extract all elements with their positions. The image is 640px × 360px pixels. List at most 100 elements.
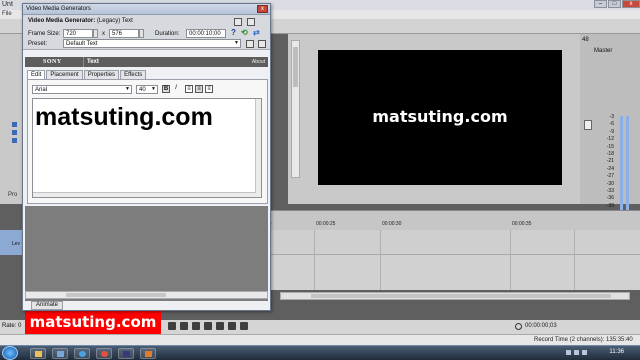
align-right-button[interactable]: ≡ bbox=[205, 85, 213, 93]
meter-scale-label: -33 bbox=[606, 188, 614, 195]
frame-size-label: Frame Size: bbox=[28, 31, 61, 37]
stop-button[interactable] bbox=[192, 322, 200, 330]
meter-scale-label: -18 bbox=[606, 151, 614, 158]
taskbar-media-icon[interactable] bbox=[52, 348, 68, 359]
layout-icon[interactable] bbox=[247, 18, 255, 26]
duration-field[interactable]: 00:00:10;00 bbox=[186, 29, 226, 38]
font-size-value: 40 bbox=[139, 87, 146, 93]
video-preview: matsuting.com bbox=[318, 50, 562, 185]
track-header[interactable]: Lev bbox=[0, 230, 22, 255]
taskbar-chrome-icon[interactable] bbox=[96, 348, 112, 359]
preset-label: Preset: bbox=[28, 41, 48, 47]
start-button[interactable] bbox=[2, 346, 18, 360]
tray-icon[interactable] bbox=[574, 350, 579, 355]
sony-logo: SONY bbox=[43, 59, 62, 65]
meter-scale-label: -36 bbox=[606, 195, 614, 202]
taskbar: 11:36 bbox=[0, 345, 640, 360]
ruler-timecode: 00:00:25 bbox=[316, 221, 336, 227]
meter-scale-label: -27 bbox=[606, 173, 614, 180]
about-link[interactable]: About bbox=[252, 59, 265, 65]
tray-icon[interactable] bbox=[582, 350, 587, 355]
tab-edit[interactable]: Edit bbox=[27, 70, 46, 79]
generator-value: (Legacy) Text bbox=[96, 18, 133, 24]
preview-scrollbar[interactable] bbox=[291, 40, 300, 178]
tab-placement[interactable]: Placement bbox=[46, 70, 83, 79]
sync-icon[interactable]: ⇄ bbox=[253, 28, 260, 37]
generator-row: Video Media Generator: (Legacy) Text bbox=[28, 18, 133, 24]
font-dropdown[interactable]: Arial ▼ bbox=[32, 85, 132, 94]
plugin-header: SONY Text About bbox=[25, 57, 268, 67]
tray-icon[interactable] bbox=[566, 350, 571, 355]
frame-height-spinner[interactable] bbox=[139, 29, 144, 38]
font-value: Arial bbox=[35, 87, 48, 93]
plugin-tabs: Edit Placement Properties Effects bbox=[27, 70, 147, 79]
text-content-editor[interactable]: matsuting.com bbox=[32, 98, 262, 198]
host-title: Unt bbox=[2, 1, 13, 8]
help-icon[interactable]: ? bbox=[231, 28, 236, 37]
align-center-button[interactable]: ≡ bbox=[195, 85, 203, 93]
watermark-logo: matsuting.com bbox=[25, 310, 161, 334]
animate-tab[interactable]: Animate bbox=[31, 301, 64, 310]
save-preset-icon[interactable] bbox=[246, 40, 254, 48]
frame-width-spinner[interactable] bbox=[93, 29, 98, 38]
panel-icon[interactable] bbox=[12, 122, 17, 127]
italic-button[interactable]: I bbox=[172, 85, 180, 93]
bold-button[interactable]: B bbox=[162, 85, 170, 93]
dialog-titlebar[interactable]: Video Media Generators x bbox=[23, 4, 270, 15]
align-left-button[interactable]: ≡ bbox=[185, 85, 193, 93]
cursor-timecode[interactable]: 00:00:00;03 bbox=[525, 323, 557, 329]
volume-icon[interactable] bbox=[515, 323, 522, 330]
taskbar-browser-icon[interactable] bbox=[74, 348, 90, 359]
video-media-generators-dialog: Video Media Generators x Video Media Gen… bbox=[22, 3, 271, 311]
keyframe-area bbox=[25, 206, 268, 301]
meter-scale-label: -6 bbox=[609, 121, 614, 128]
panel-icon[interactable] bbox=[12, 130, 17, 135]
level-meter-right bbox=[626, 116, 629, 218]
chevron-down-icon: ▼ bbox=[125, 86, 130, 92]
frame-height-field[interactable]: 576 bbox=[109, 29, 139, 38]
menu-file[interactable]: File bbox=[2, 11, 12, 17]
maximize-button[interactable]: □ bbox=[608, 0, 621, 8]
master-fader[interactable] bbox=[584, 120, 592, 130]
preset-dropdown[interactable]: Default Text ▼ bbox=[63, 39, 241, 48]
refresh-icon[interactable]: ⟲ bbox=[241, 28, 248, 37]
meter-scale-label: -12 bbox=[606, 136, 614, 143]
frame-width-field[interactable]: 720 bbox=[63, 29, 93, 38]
meter-scale-label: -15 bbox=[606, 143, 614, 150]
view-icon[interactable] bbox=[234, 18, 242, 26]
play-button[interactable] bbox=[168, 322, 176, 330]
dialog-close-button[interactable]: x bbox=[257, 5, 268, 13]
next-frame-button[interactable] bbox=[240, 322, 248, 330]
tab-project[interactable]: Pro bbox=[8, 192, 17, 198]
minimize-button[interactable]: – bbox=[594, 0, 607, 8]
plugin-name: Text bbox=[87, 59, 99, 65]
track-level-label: Lev bbox=[12, 241, 21, 247]
system-clock[interactable]: 11:36 bbox=[609, 349, 624, 355]
panel-icon[interactable] bbox=[12, 138, 17, 143]
window-controls: – □ x bbox=[594, 0, 640, 8]
tab-properties[interactable]: Properties bbox=[83, 70, 120, 79]
go-to-end-button[interactable] bbox=[216, 322, 224, 330]
taskbar-app-icon[interactable] bbox=[140, 348, 156, 359]
master-label: Master bbox=[594, 48, 613, 54]
editor-vertical-scrollbar[interactable] bbox=[255, 99, 261, 197]
close-button[interactable]: x bbox=[622, 0, 640, 8]
editor-horizontal-scrollbar[interactable] bbox=[33, 192, 256, 197]
ruler-timecode: 00:00:30 bbox=[382, 221, 402, 227]
tab-effects[interactable]: Effects bbox=[120, 70, 147, 79]
pause-button[interactable] bbox=[180, 322, 188, 330]
duration-label: Duration: bbox=[155, 31, 180, 37]
chevron-down-icon: ▼ bbox=[234, 40, 239, 46]
meter-scale-label: -24 bbox=[606, 165, 614, 172]
level-meter-left bbox=[620, 116, 623, 218]
taskbar-explorer-icon[interactable] bbox=[30, 348, 46, 359]
timeline-scrollbar[interactable] bbox=[280, 292, 630, 300]
preset-value: Default Text bbox=[66, 41, 98, 47]
chevron-down-icon: ▼ bbox=[151, 86, 156, 92]
previous-frame-button[interactable] bbox=[228, 322, 236, 330]
go-to-start-button[interactable] bbox=[204, 322, 212, 330]
delete-preset-icon[interactable] bbox=[258, 40, 266, 48]
font-size-dropdown[interactable]: 40 ▼ bbox=[136, 85, 158, 94]
taskbar-premiere-icon[interactable] bbox=[118, 348, 134, 359]
keyframe-scrollbar[interactable] bbox=[25, 291, 268, 299]
